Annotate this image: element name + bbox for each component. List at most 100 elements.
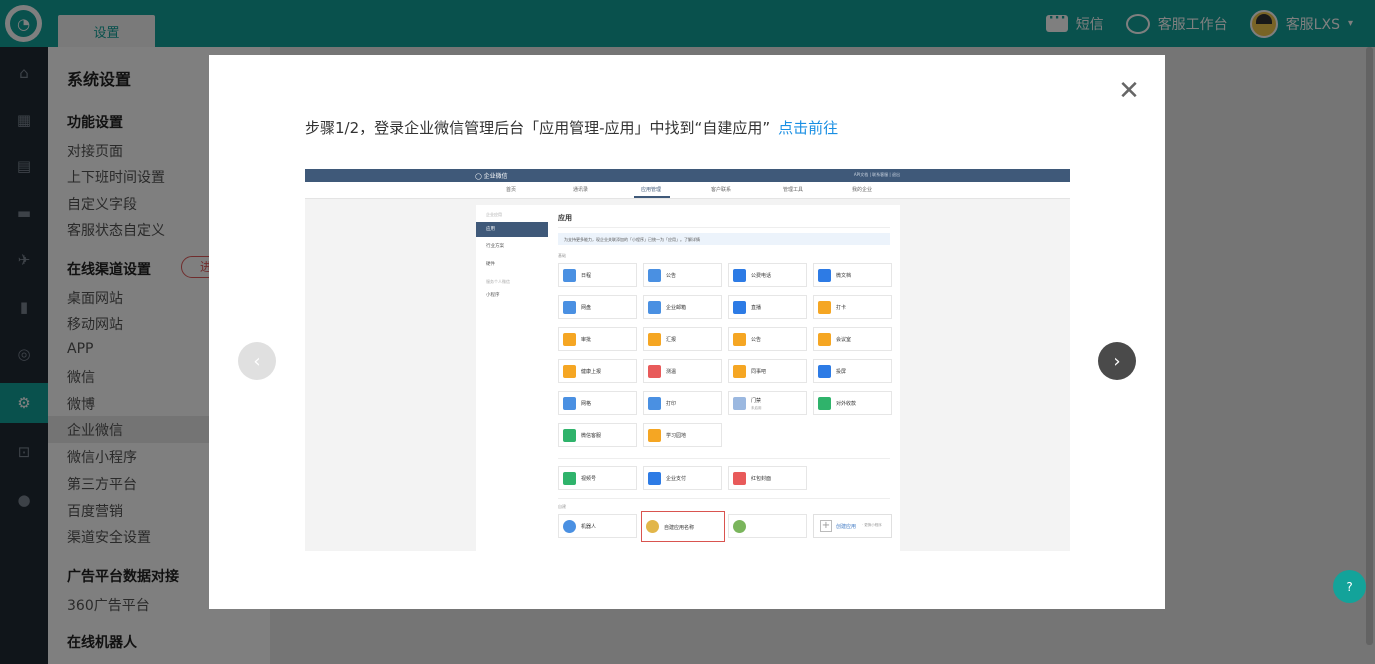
wecom-side-item-active: 应用 (476, 222, 548, 237)
wecom-app-tile: 打印 (643, 391, 722, 415)
wecom-side-item: 小程序 (486, 293, 500, 298)
tile-label: 网格 (581, 401, 592, 407)
mail-icon (648, 301, 661, 314)
approve-icon (563, 333, 576, 346)
wecom-side-item: 硬件 (486, 262, 495, 267)
wecom-custom-app-highlight: 自建应用名称 (641, 511, 725, 542)
tile-label: 微文档 (836, 273, 852, 279)
phone-icon (733, 269, 746, 282)
tile-label: 公告 (666, 273, 677, 279)
wecom-banner: 为支持更多能力，现企业关联添加的「小程序」已统一为「应用」。了解详情 (558, 233, 890, 245)
wecom-app-tile: 日程 (558, 263, 637, 287)
wecom-section-basic: 基础 (558, 253, 566, 258)
wecom-nav-underline (634, 196, 670, 198)
thermometer-icon (648, 365, 661, 378)
wecom-nav-item: 首页 (506, 187, 517, 193)
cast-icon (818, 365, 831, 378)
wecom-app-tile: 微信客服 (558, 423, 637, 447)
wecom-side-item: 行业方案 (486, 244, 504, 249)
wecom-app-tile: 健康上报 (558, 359, 637, 383)
wecom-app-tile: 微文档 (813, 263, 892, 287)
wecom-app-tile: 视频号 (558, 466, 637, 490)
wecom-app-tile: 打卡 (813, 295, 892, 319)
wecom-top-links: API文档 | 联系客服 | 退出 (853, 172, 900, 177)
tile-label: 企业支付 (666, 476, 687, 482)
wecom-app-tile: 投屏 (813, 359, 892, 383)
tile-label: 企业邮箱 (666, 305, 687, 311)
learning-icon (648, 429, 661, 442)
tile-label: 对外收款 (836, 401, 857, 407)
robot-icon (563, 520, 576, 533)
wecom-app-tile: 审批 (558, 327, 637, 351)
go-link[interactable]: 点击前往 (778, 119, 838, 137)
announce-icon (733, 333, 746, 346)
grid-icon (563, 397, 576, 410)
wecom-app-tile: 直播 (728, 295, 807, 319)
wecom-app-tile: 测温 (643, 359, 722, 383)
chevron-left-icon: ‹ (253, 350, 261, 372)
wecom-app-tile: 网盘 (558, 295, 637, 319)
prev-slide-button[interactable]: ‹ (238, 342, 276, 380)
wecom-brand: ◯ 企业微信 (475, 173, 508, 180)
wecom-app-tile: 公费电话 (728, 263, 807, 287)
chevron-right-icon: › (1113, 350, 1121, 372)
wecom-app-tile: 门禁 未启用 (728, 391, 807, 415)
wecom-nav-item-active: 应用管理 (641, 187, 662, 193)
wecom-side-sub: 企业应用 (486, 212, 502, 217)
print-icon (648, 397, 661, 410)
wecom-app-tile: 企业邮箱 (643, 295, 722, 319)
wecom-app-tile: 网格 (558, 391, 637, 415)
shield-icon (818, 397, 831, 410)
tile-label: 汇报 (666, 337, 677, 343)
calendar-icon (563, 269, 576, 282)
wecom-app-tile (728, 514, 807, 538)
tile-sublabel: · 更换小程序 (862, 523, 882, 527)
help-float-button[interactable]: ? (1333, 570, 1366, 603)
meeting-icon (818, 333, 831, 346)
guide-screenshot: ◯ 企业微信 API文档 | 联系客服 | 退出 首页 通讯录 应用管理 客户联… (305, 169, 1070, 551)
tile-label: 创建应用 (836, 524, 857, 530)
wecom-main: 应用 为支持更多能力，现企业关联添加的「小程序」已统一为「应用」。了解详情 基础… (548, 205, 900, 551)
guide-modal: ✕ 步骤1/2，登录企业微信管理后台「应用管理-应用」中找到“自建应用” 点击前往… (209, 55, 1165, 609)
community-icon (733, 365, 746, 378)
tile-label: 投屏 (836, 369, 847, 375)
wecom-app-tile: 同事吧 (728, 359, 807, 383)
tile-label: 同事吧 (751, 369, 767, 375)
tile-label: 健康上报 (581, 369, 602, 375)
wecom-sidebar: 企业应用 应用 行业方案 硬件 服务个人微信 小程序 (476, 205, 548, 551)
tile-label: 会议室 (836, 337, 852, 343)
tile-label: 审批 (581, 337, 592, 343)
wecom-section-custom: 自建 (558, 504, 566, 509)
health-icon (563, 365, 576, 378)
divider (558, 227, 890, 228)
wecom-topbar: ◯ 企业微信 API文档 | 联系客服 | 退出 (305, 169, 1070, 182)
wecom-app-tile: 学习园地 (643, 423, 722, 447)
tile-label: 测温 (666, 369, 677, 375)
wecom-app-tile: 机器人 (558, 514, 637, 538)
next-slide-button[interactable]: › (1098, 342, 1136, 380)
wecom-nav-item: 通讯录 (573, 187, 589, 193)
close-icon[interactable]: ✕ (1117, 78, 1141, 104)
wecom-app-tile: 对外收款 (813, 391, 892, 415)
tile-label: 网盘 (581, 305, 592, 311)
wecom-side-sub: 服务个人微信 (486, 279, 510, 284)
wecom-create-app-tile: + 创建应用 · 更换小程序 (813, 514, 892, 538)
wecom-main-title: 应用 (558, 214, 572, 222)
tile-label: 公告 (751, 337, 762, 343)
pay-icon (648, 472, 661, 485)
help-icon: ? (1346, 579, 1353, 594)
divider (558, 498, 890, 499)
tile-label: 公费电话 (751, 273, 772, 279)
tile-label: 打印 (666, 401, 677, 407)
wecom-app-tile: 汇报 (643, 327, 722, 351)
report-icon (648, 333, 661, 346)
plus-icon: + (820, 520, 832, 532)
cloud-icon (648, 269, 661, 282)
video-channel-icon (563, 472, 576, 485)
wecom-app-tile: 红包封面 (728, 466, 807, 490)
wecom-nav: 首页 通讯录 应用管理 客户联系 管理工具 我的企业 (305, 182, 1070, 199)
divider (558, 458, 890, 459)
tile-label: 打卡 (836, 305, 847, 311)
wecom-app-tile: 会议室 (813, 327, 892, 351)
wecom-nav-item: 我的企业 (852, 187, 873, 193)
